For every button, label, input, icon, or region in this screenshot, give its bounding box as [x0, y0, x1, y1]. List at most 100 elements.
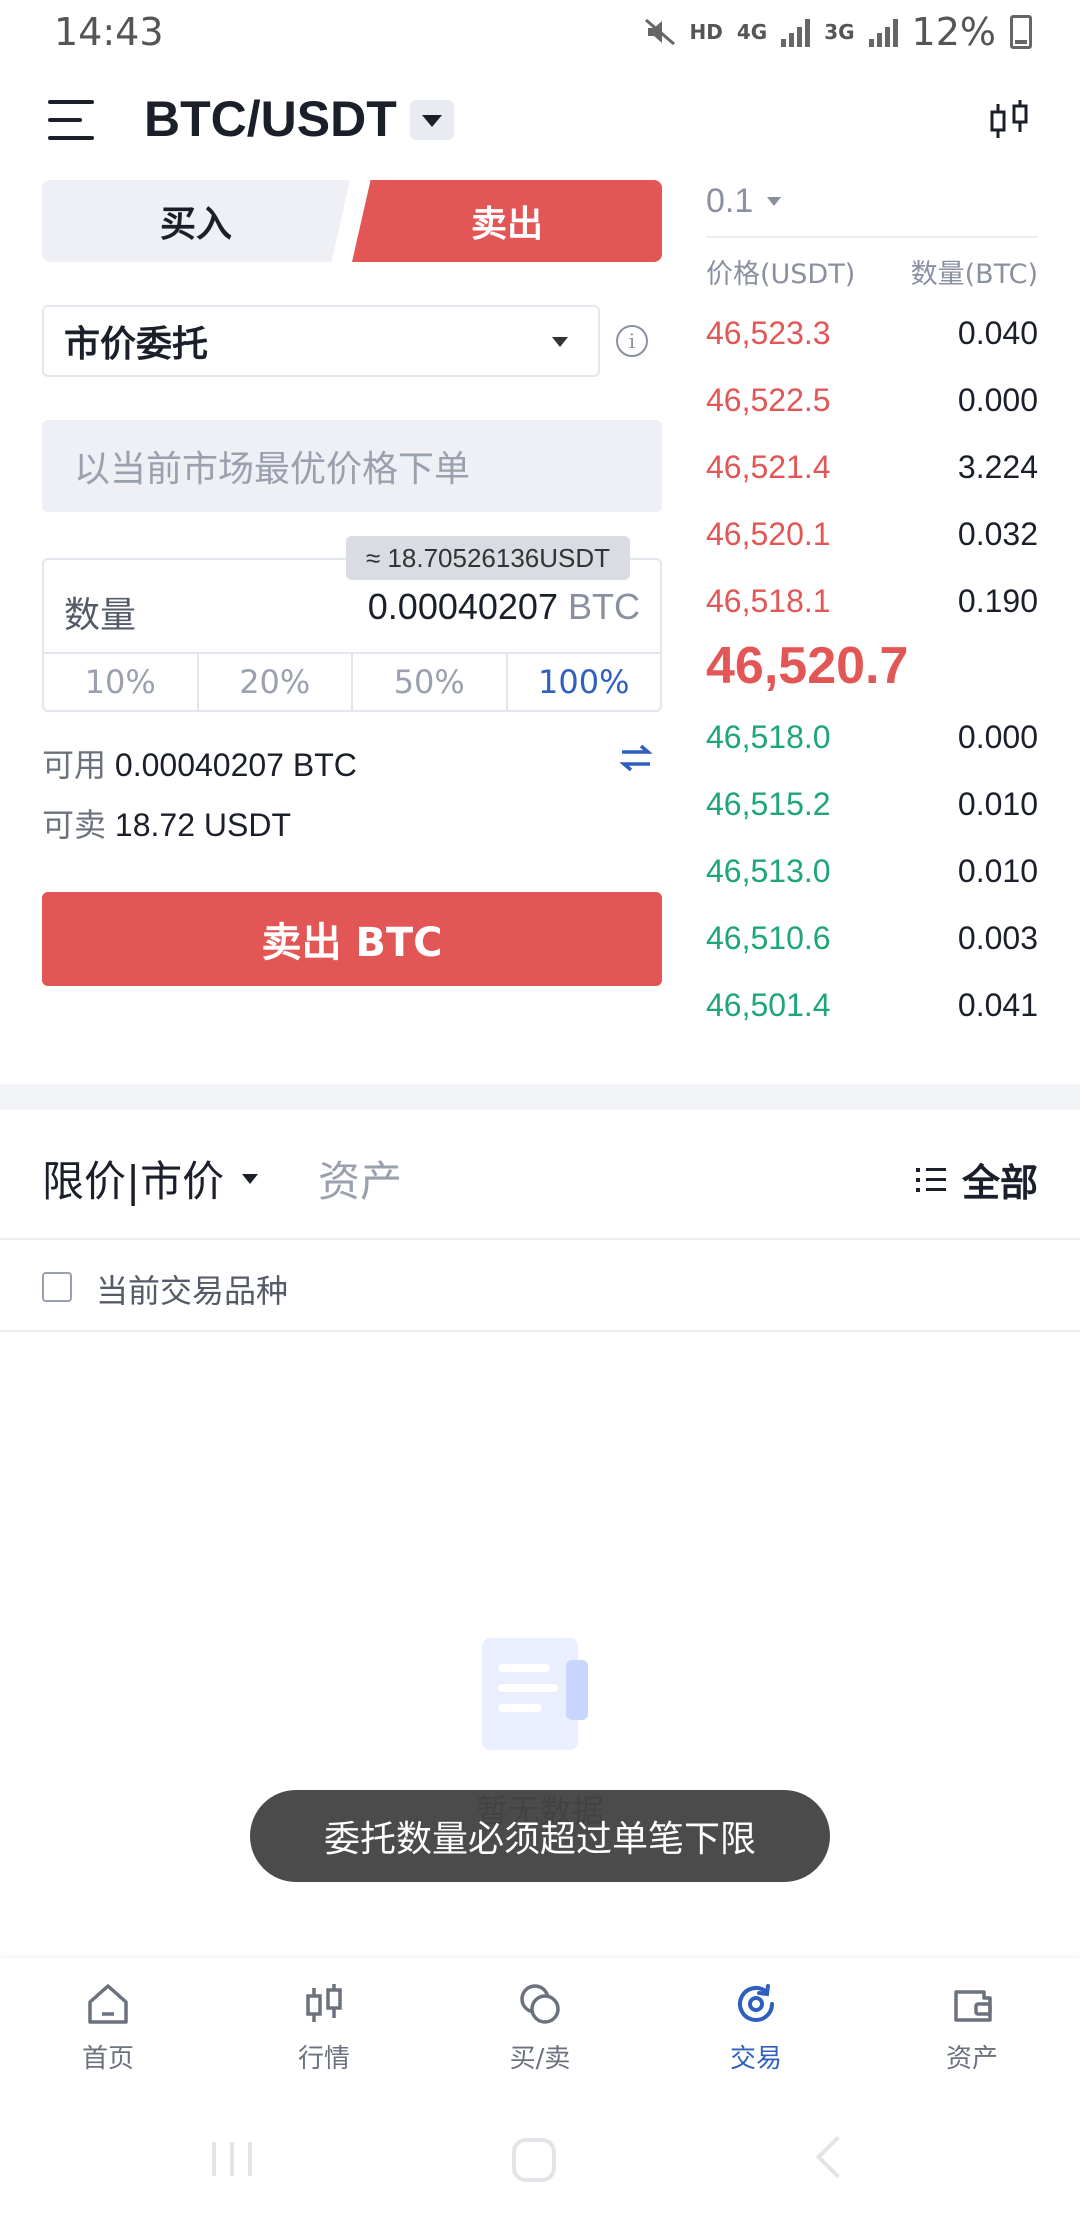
ask-row[interactable]: 46,521.4 3.224	[706, 434, 1038, 501]
order-type-label: 市价委托	[64, 324, 209, 365]
recent-apps-icon[interactable]	[212, 2142, 252, 2176]
estimate-tooltip: ≈ 18.70526136USDT	[346, 536, 630, 580]
filter-all-label: 全部	[961, 1161, 1038, 1205]
pct-100-button[interactable]: 100%	[508, 654, 661, 710]
ask-row[interactable]: 46,520.1 0.032	[706, 501, 1038, 568]
amount-box[interactable]: 数量 0.00040207 BTC 10% 20% 50% 100%	[42, 558, 662, 712]
section-divider	[0, 1084, 1080, 1110]
pair-dropdown-icon[interactable]	[410, 100, 454, 140]
available-label: 可用	[42, 747, 107, 783]
back-icon[interactable]	[815, 2135, 859, 2179]
pct-50-button[interactable]: 50%	[353, 654, 508, 710]
tab-sell[interactable]: 卖出	[352, 180, 662, 262]
info-icon[interactable]: i	[616, 325, 648, 357]
error-toast: 委托数量必须超过单笔下限	[250, 1790, 830, 1882]
amount-value: 0.00040207	[367, 586, 558, 627]
status-bar: 14:43 HD 4G 3G 12%	[0, 0, 1080, 64]
tab-assets[interactable]: 资产	[318, 1148, 402, 1209]
bid-qty: 0.010	[957, 786, 1038, 822]
battery-percent: 12%	[911, 10, 996, 54]
precision-select[interactable]: 0.1	[706, 182, 782, 221]
bid-price: 46,510.6	[706, 920, 831, 956]
nav-buy-sell-label: 买/卖	[509, 2044, 571, 2074]
price-header: 价格(USDT)	[706, 259, 856, 290]
ask-price: 46,522.5	[706, 382, 831, 418]
ask-qty: 3.224	[957, 449, 1038, 485]
ask-qty: 0.000	[957, 382, 1038, 418]
percentage-selector: 10% 20% 50% 100%	[44, 652, 660, 710]
chevron-down-icon	[242, 1173, 259, 1184]
sell-btc-button[interactable]: 卖出 BTC	[42, 892, 662, 986]
available-value: 0.00040207 BTC	[114, 747, 357, 783]
nav-buy-sell[interactable]: 买/卖	[432, 1958, 648, 2100]
bids-list: 46,518.0 0.000 46,515.2 0.010 46,513.0 0.01…	[706, 704, 1038, 1039]
last-price[interactable]: 46,520.7	[706, 636, 908, 696]
tab-limit-market-label: 限价|市价	[42, 1157, 225, 1206]
ask-price: 46,523.3	[706, 315, 831, 351]
pair-title[interactable]: BTC/USDT	[144, 90, 397, 148]
available-row: 可用 0.00040207 BTC	[42, 740, 357, 786]
pct-10-button[interactable]: 10%	[44, 654, 199, 710]
chevron-down-icon	[767, 197, 782, 206]
tab-buy[interactable]: 买入	[42, 180, 350, 262]
ask-qty: 0.032	[957, 516, 1038, 552]
amount-input[interactable]: 0.00040207 BTC	[368, 586, 640, 628]
current-pair-filter[interactable]: 当前交易品种	[0, 1242, 1080, 1332]
filter-all-button[interactable]: 全部	[915, 1152, 1038, 1207]
nav-market-label: 行情	[297, 2044, 350, 2074]
sellable-value: 18.72 USDT	[114, 807, 291, 843]
orders-tabs: 限价|市价 资产 全部	[0, 1110, 1080, 1240]
current-pair-checkbox[interactable]	[42, 1272, 72, 1302]
ask-price: 46,520.1	[706, 516, 831, 552]
bid-row[interactable]: 46,513.0 0.010	[706, 838, 1038, 905]
transfer-icon[interactable]	[618, 740, 654, 776]
asks-list: 46,523.3 0.040 46,522.5 0.000 46,521.4 3.22…	[706, 300, 1038, 635]
battery-icon	[1010, 15, 1032, 49]
sellable-label: 可卖	[42, 807, 107, 843]
ask-row[interactable]: 46,518.1 0.190	[706, 568, 1038, 635]
network-3g-label: 3G	[824, 20, 855, 44]
list-icon	[915, 1167, 946, 1192]
nav-home[interactable]: 首页	[0, 1958, 216, 2100]
bid-row[interactable]: 46,518.0 0.000	[706, 704, 1038, 771]
menu-icon[interactable]	[48, 100, 94, 140]
current-pair-label: 当前交易品种	[96, 1272, 289, 1310]
price-field[interactable]: 以当前市场最优价格下单	[42, 420, 662, 512]
tab-limit-market[interactable]: 限价|市价	[42, 1148, 259, 1209]
nav-assets[interactable]: 资产	[864, 1958, 1080, 2100]
nav-market[interactable]: 行情	[216, 1958, 432, 2100]
ask-qty: 0.190	[957, 583, 1038, 619]
bid-row[interactable]: 46,515.2 0.010	[706, 771, 1038, 838]
wallet-icon	[954, 1990, 992, 2022]
ask-row[interactable]: 46,522.5 0.000	[706, 367, 1038, 434]
divider	[706, 236, 1038, 238]
ask-row[interactable]: 46,523.3 0.040	[706, 300, 1038, 367]
trade-icon	[738, 1984, 774, 2022]
coins-icon	[520, 1984, 560, 2024]
bid-qty: 0.041	[957, 987, 1038, 1023]
candlestick-icon	[306, 1984, 342, 2022]
nav-trade-label: 交易	[729, 2044, 782, 2074]
status-time: 14:43	[54, 10, 164, 54]
nav-trade[interactable]: 交易	[648, 1958, 864, 2100]
header: BTC/USDT	[0, 80, 1080, 160]
nav-assets-label: 资产	[945, 2044, 998, 2074]
bid-row[interactable]: 46,510.6 0.003	[706, 905, 1038, 972]
bid-price: 46,518.0	[706, 719, 831, 755]
bid-price: 46,513.0	[706, 853, 831, 889]
bid-row[interactable]: 46,501.4 0.041	[706, 972, 1038, 1039]
status-icons: HD 4G 3G 12%	[644, 10, 1032, 54]
pct-20-button[interactable]: 20%	[199, 654, 353, 710]
home-button-icon[interactable]	[512, 2138, 556, 2182]
system-nav-bar	[0, 2100, 1080, 2220]
bid-qty: 0.003	[957, 920, 1038, 956]
order-type-select[interactable]: 市价委托	[42, 305, 600, 377]
network-4g-label: 4G	[736, 20, 768, 44]
nav-home-label: 首页	[81, 2044, 134, 2074]
signal-icon	[781, 17, 811, 47]
candlestick-chart-icon[interactable]	[986, 96, 1034, 144]
empty-document-icon	[482, 1638, 588, 1750]
mute-icon	[644, 18, 675, 46]
chevron-down-icon	[552, 337, 568, 347]
precision-value: 0.1	[706, 182, 754, 220]
